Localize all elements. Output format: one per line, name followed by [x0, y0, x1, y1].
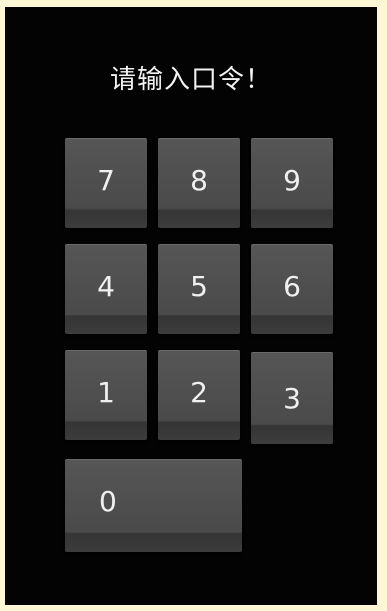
- key-5-label: 5: [190, 270, 208, 303]
- key-0-label: 0: [99, 485, 117, 518]
- key-9[interactable]: 9: [251, 138, 333, 228]
- key-4[interactable]: 4: [65, 244, 147, 334]
- key-6-label: 6: [283, 270, 301, 303]
- key-3[interactable]: 3: [251, 352, 333, 444]
- key-2[interactable]: 2: [158, 350, 240, 440]
- key-3-label: 3: [283, 382, 301, 415]
- key-5[interactable]: 5: [158, 244, 240, 334]
- key-1[interactable]: 1: [65, 350, 147, 440]
- key-2-label: 2: [190, 376, 208, 409]
- key-8-label: 8: [190, 164, 208, 197]
- password-prompt-title: 请输入口令！: [109, 65, 272, 95]
- key-7-label: 7: [97, 164, 115, 197]
- key-4-label: 4: [97, 270, 115, 303]
- key-8[interactable]: 8: [158, 138, 240, 228]
- key-1-label: 1: [97, 376, 115, 409]
- key-6[interactable]: 6: [251, 244, 333, 334]
- key-9-label: 9: [283, 164, 301, 197]
- key-0[interactable]: 0: [65, 459, 242, 552]
- keypad-screen: 请输入口令！ 7 8 9 4 5 6 1 2 3 0: [5, 7, 377, 605]
- key-7[interactable]: 7: [65, 138, 147, 228]
